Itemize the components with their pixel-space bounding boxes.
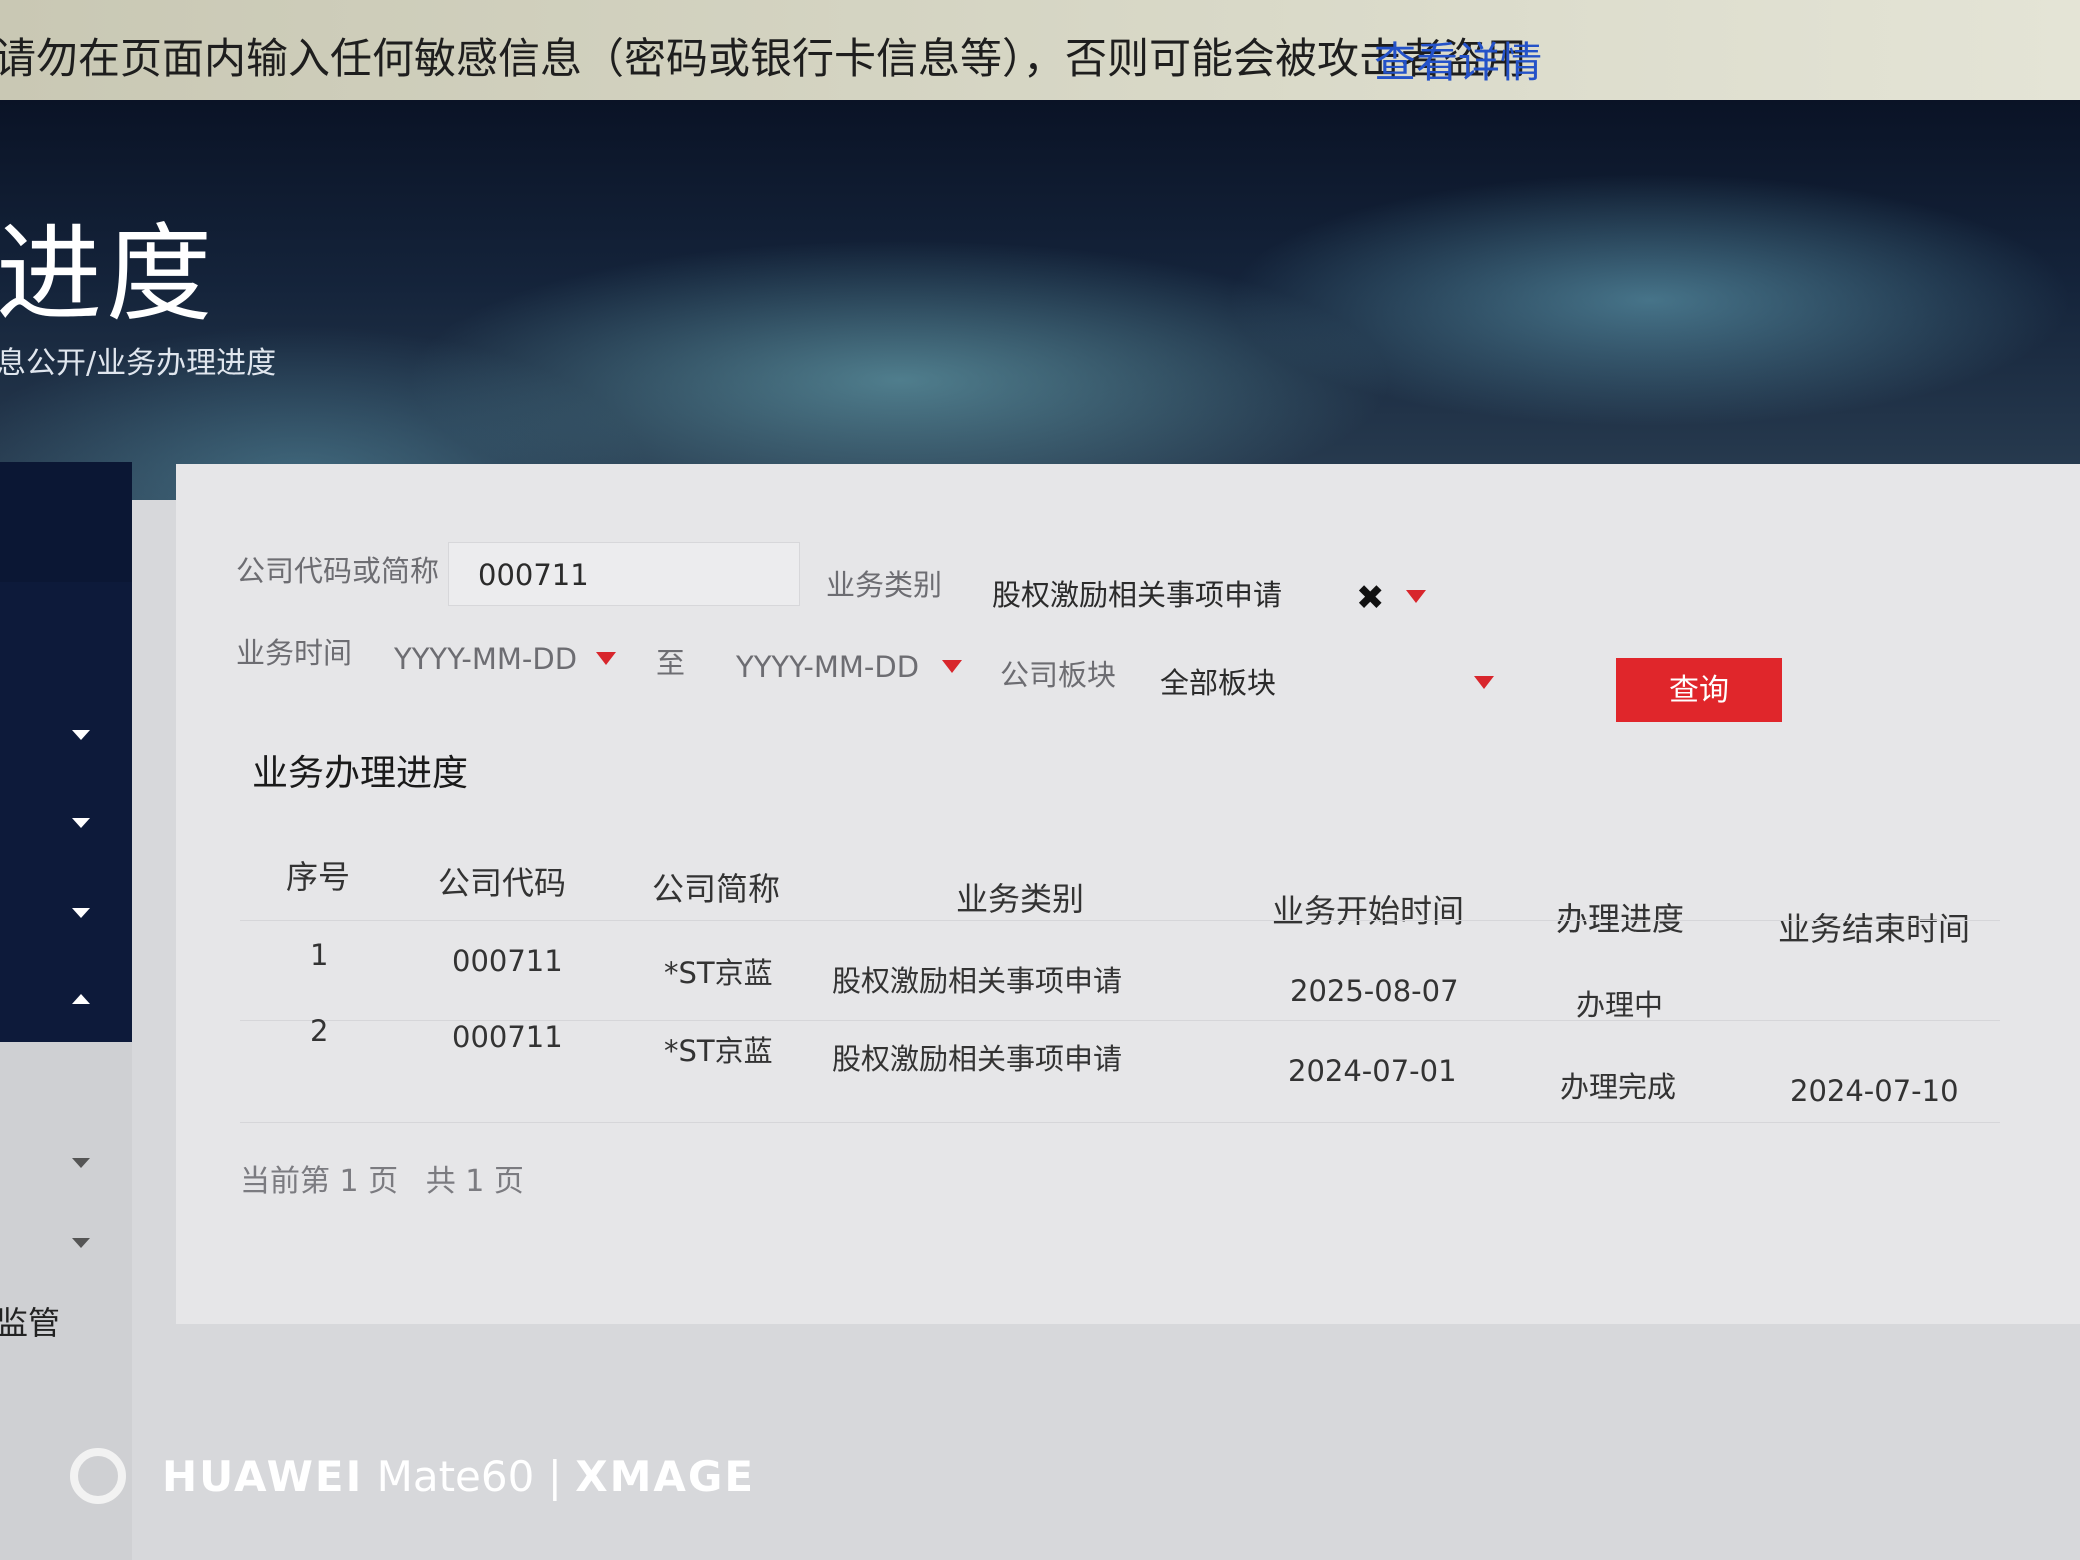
column-header-name: 公司简称 (652, 870, 781, 908)
end-date-input[interactable]: YYYY-MM-DD (736, 650, 919, 684)
results-title: 业务办理进度 (252, 753, 469, 794)
camera-logo-icon (70, 1448, 126, 1504)
company-code-value[interactable]: 000711 (478, 558, 589, 592)
cell-name: *ST京蓝 (664, 956, 773, 990)
query-button[interactable]: 查询 (1616, 658, 1782, 722)
cell-status: 办理中 (1576, 988, 1664, 1022)
cell-code: 000711 (452, 944, 563, 978)
cell-type: 股权激励相关事项申请 (832, 1042, 1123, 1076)
cell-index: 1 (310, 938, 329, 972)
company-code-label: 公司代码或简称 (236, 554, 440, 588)
column-header-status: 办理进度 (1556, 900, 1685, 938)
cell-type: 股权激励相关事项申请 (832, 964, 1123, 998)
column-header-index: 序号 (286, 858, 351, 896)
cell-end-time: 2024-07-10 (1790, 1074, 1959, 1108)
watermark-brand: HUAWEI (162, 1452, 364, 1501)
chevron-up-icon[interactable] (72, 994, 90, 1004)
watermark-model: Mate60 (376, 1452, 535, 1501)
chevron-down-icon[interactable] (72, 1158, 90, 1168)
pagination-total: 共 1 页 (425, 1164, 524, 1199)
business-type-label: 业务类别 (826, 568, 943, 602)
pagination: 当前第 1 页 共 1 页 (240, 1156, 542, 1200)
column-header-start-time: 业务开始时间 (1272, 892, 1465, 930)
pagination-current: 当前第 1 页 (240, 1164, 399, 1199)
chevron-down-icon[interactable] (72, 1238, 90, 1248)
business-type-select[interactable]: 股权激励相关事项申请 (992, 572, 1282, 614)
page-title: 进度 (0, 213, 216, 336)
column-header-end-time: 业务结束时间 (1778, 910, 1971, 948)
camera-watermark: HUAWEI Mate60 | XMAGE (162, 1452, 755, 1501)
cell-index: 2 (310, 1014, 329, 1048)
sidebar-nav (0, 462, 132, 1042)
cell-code: 000711 (452, 1020, 563, 1054)
watermark-separator: | (547, 1452, 562, 1501)
end-date-dropdown-icon[interactable] (942, 660, 962, 673)
cell-start-time: 2024-07-01 (1288, 1054, 1457, 1088)
board-label: 公司板块 (1000, 658, 1117, 692)
breadcrumb: 息公开/业务办理进度 (0, 346, 277, 381)
business-time-label: 业务时间 (236, 636, 353, 670)
dropdown-arrow-icon[interactable] (1406, 590, 1426, 603)
chevron-down-icon[interactable] (72, 730, 90, 740)
column-header-code: 公司代码 (438, 864, 567, 902)
header-divider (240, 920, 2000, 921)
start-date-dropdown-icon[interactable] (596, 652, 616, 665)
board-dropdown-icon[interactable] (1474, 676, 1494, 689)
cell-name: *ST京蓝 (664, 1034, 773, 1068)
column-header-type: 业务类别 (956, 880, 1085, 918)
chevron-down-icon[interactable] (72, 818, 90, 828)
date-range-to-label: 至 (656, 646, 686, 680)
start-date-input[interactable]: YYYY-MM-DD (394, 642, 577, 676)
board-select[interactable]: 全部板块 (1160, 660, 1276, 702)
cell-status: 办理完成 (1560, 1070, 1677, 1104)
sidebar-top-block (0, 462, 132, 582)
row-divider (240, 1122, 2000, 1123)
sidebar-item-supervision[interactable]: 监管 (0, 1298, 60, 1344)
cell-start-time: 2025-08-07 (1290, 974, 1459, 1008)
clear-icon[interactable]: ✖ (1356, 578, 1385, 618)
chevron-down-icon[interactable] (72, 908, 90, 918)
watermark-suffix: XMAGE (575, 1452, 756, 1501)
header-banner (0, 100, 2080, 500)
